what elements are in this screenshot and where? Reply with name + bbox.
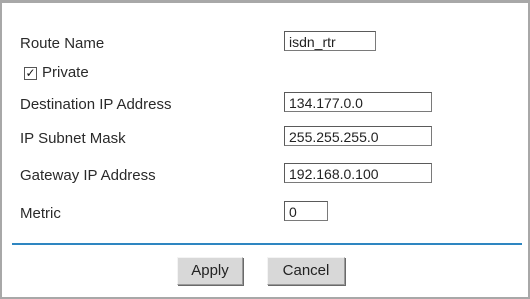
destination-ip-input[interactable]: 134.177.0.0 <box>284 92 432 112</box>
route-name-input[interactable]: isdn_rtr <box>284 31 376 51</box>
subnet-mask-label: IP Subnet Mask <box>20 130 126 147</box>
metric-input[interactable]: 0 <box>284 201 328 221</box>
section-divider <box>12 243 522 245</box>
subnet-mask-input[interactable]: 255.255.255.0 <box>284 126 432 146</box>
destination-ip-label: Destination IP Address <box>20 96 172 113</box>
static-route-panel: Route Name isdn_rtr ✓ Private Destinatio… <box>0 0 530 299</box>
private-label: Private <box>42 64 89 81</box>
apply-button[interactable]: Apply <box>177 257 243 285</box>
metric-label: Metric <box>20 205 61 222</box>
route-name-label: Route Name <box>20 35 105 52</box>
private-checkbox[interactable]: ✓ <box>24 67 37 80</box>
gateway-ip-input[interactable]: 192.168.0.100 <box>284 163 432 183</box>
cancel-button[interactable]: Cancel <box>267 257 345 285</box>
gateway-ip-label: Gateway IP Address <box>20 167 156 184</box>
